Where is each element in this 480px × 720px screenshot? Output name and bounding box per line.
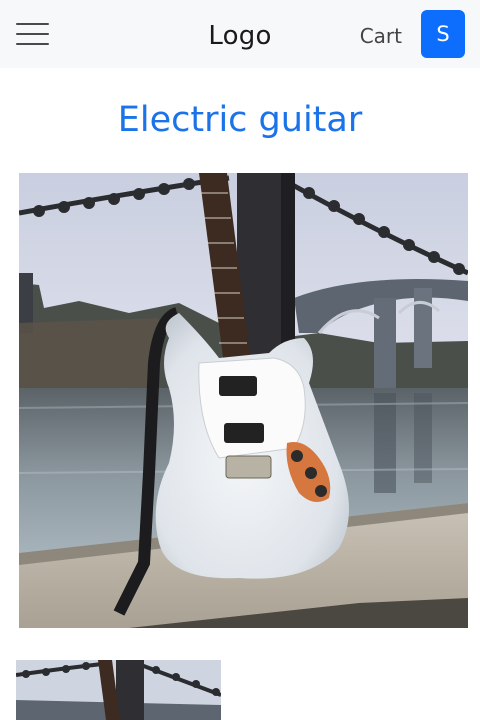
- cart-link[interactable]: Cart: [360, 24, 402, 48]
- site-logo[interactable]: Logo: [0, 21, 480, 51]
- product-main-image[interactable]: [19, 173, 468, 628]
- top-navbar: Logo Cart S: [0, 0, 480, 68]
- product-thumbnail[interactable]: [16, 660, 221, 720]
- page-title: Electric guitar: [117, 100, 363, 140]
- user-avatar-button[interactable]: S: [421, 10, 465, 58]
- hamburger-menu-icon[interactable]: [16, 22, 49, 46]
